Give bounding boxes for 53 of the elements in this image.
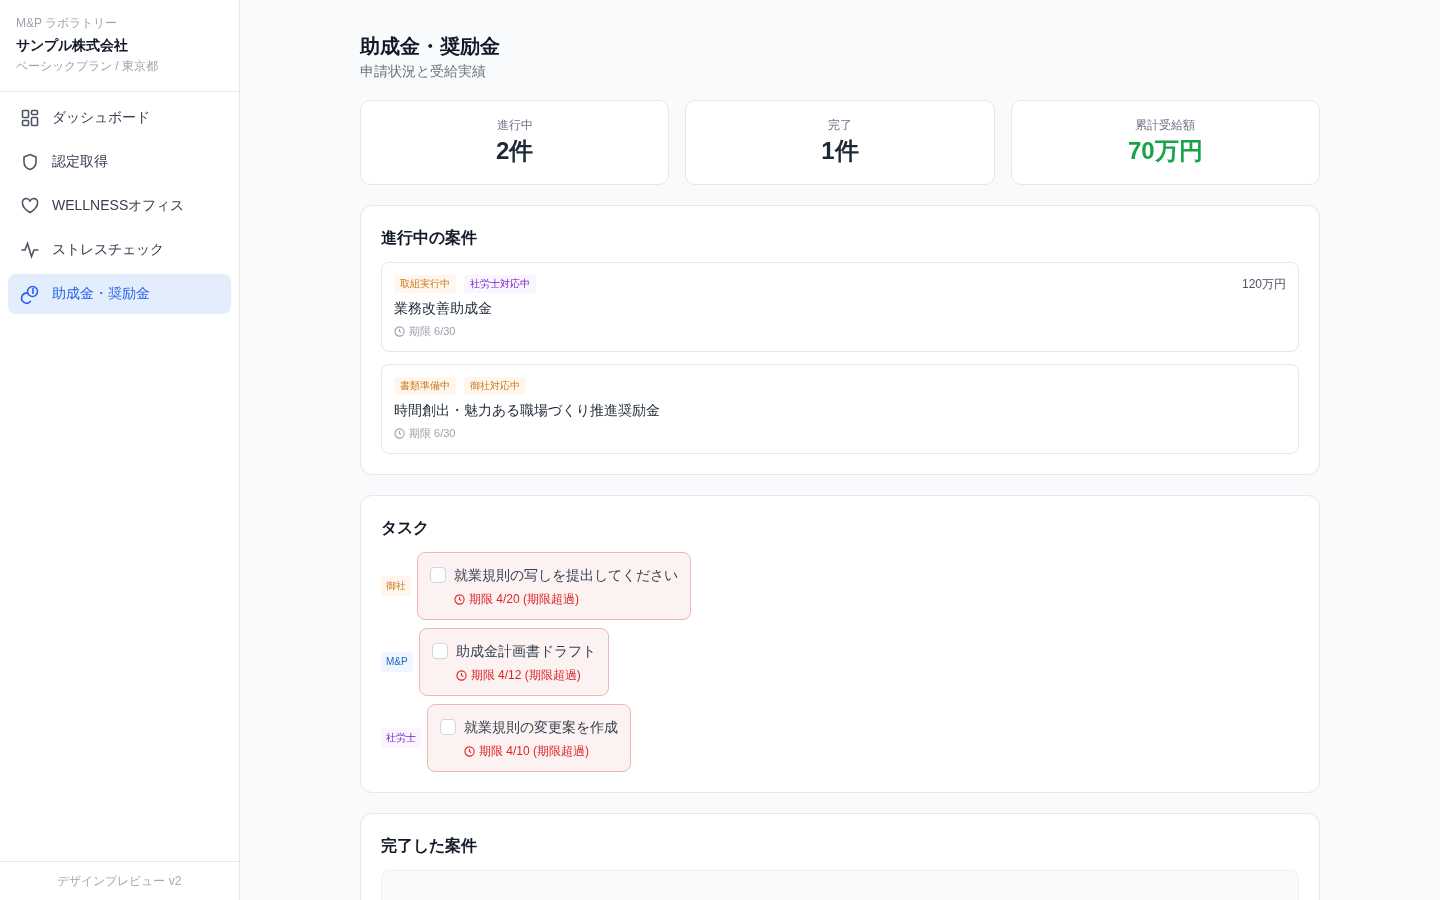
status-tag: 社労士対応中 <box>464 275 536 293</box>
checkbox[interactable] <box>431 643 448 659</box>
stat-value: 2件 <box>496 136 534 166</box>
nav-item[interactable]: WELLNESSオフィス <box>8 186 231 226</box>
nav-item[interactable]: 認定取得 <box>8 142 231 182</box>
task-label: 助成金計画書ドラフト <box>455 642 596 661</box>
nav-item[interactable]: ストレスチェック <box>8 230 231 270</box>
page-subtitle: 申請状況と受給実績 <box>360 62 487 81</box>
plan-label: ベーシックプラン / 東京都 <box>16 58 159 74</box>
owner-tag: 御社 <box>381 576 411 596</box>
deadline-label: 期限 6/30 <box>409 324 456 339</box>
status-tag: 書類準備中 <box>394 377 456 395</box>
checkbox[interactable] <box>440 719 456 735</box>
section-title: 進行中の案件 <box>381 228 478 248</box>
heart-icon <box>20 196 40 216</box>
grid-icon <box>20 108 40 128</box>
deadline-label: 期限 4/10 (期限超過) <box>479 743 589 759</box>
footer-label: デザインプレビュー v2 <box>57 872 182 890</box>
case-name: 時間創出・魅力ある職場づくり推進奨励金 <box>394 401 660 420</box>
deadline-label: 期限 4/12 (期限超過) <box>470 667 581 683</box>
case-name: 業務改善助成金 <box>394 299 493 318</box>
case-card[interactable]: 取組実行中 社労士対応中 業務改善助成金 期限 6/30 120万円 <box>381 262 1299 352</box>
stat-value: 70万円 <box>1127 136 1203 166</box>
status-tag: 取組実行中 <box>394 275 456 293</box>
checkbox[interactable] <box>430 567 446 583</box>
section-title: 完了した案件 <box>381 836 478 856</box>
deadline-label: 期限 4/20 (期限超過) <box>469 591 579 607</box>
clock-icon <box>394 325 405 337</box>
status-tag: 御社対応中 <box>464 377 526 395</box>
stat-label: 累計受給額 <box>1135 117 1196 134</box>
pulse-icon <box>20 240 40 260</box>
case-card[interactable]: 書類準備中 御社対応中 時間創出・魅力ある職場づくり推進奨励金 期限 6/30 <box>381 364 1299 454</box>
coins-icon <box>20 284 40 304</box>
shield-icon <box>20 152 40 172</box>
clock-icon <box>394 427 405 439</box>
stat-label: 進行中 <box>496 117 533 134</box>
page-title: 助成金・奨励金 <box>360 34 501 59</box>
section-title: タスク <box>381 518 430 538</box>
amount-label: 120万円 <box>1241 276 1286 293</box>
stat-value: 1件 <box>821 136 859 166</box>
owner-tag: M&P <box>381 652 413 672</box>
company-name: サンプル株式会社 <box>16 36 129 55</box>
deadline-label: 期限 6/30 <box>409 426 456 441</box>
clock-icon <box>464 745 475 757</box>
task-label: 就業規則の写しを提出してください <box>454 566 678 585</box>
nav-item[interactable]: 助成金・奨励金 <box>8 274 231 314</box>
nav-item[interactable]: ダッシュボード <box>8 98 231 138</box>
task-label: 就業規則の変更案を作成 <box>464 718 618 737</box>
clock-icon <box>454 593 465 605</box>
owner-tag: 社労士 <box>381 728 421 748</box>
stat-label: 完了 <box>828 117 852 134</box>
brand-name: M&P ラボラトリー <box>16 15 119 32</box>
clock-icon <box>455 669 467 681</box>
